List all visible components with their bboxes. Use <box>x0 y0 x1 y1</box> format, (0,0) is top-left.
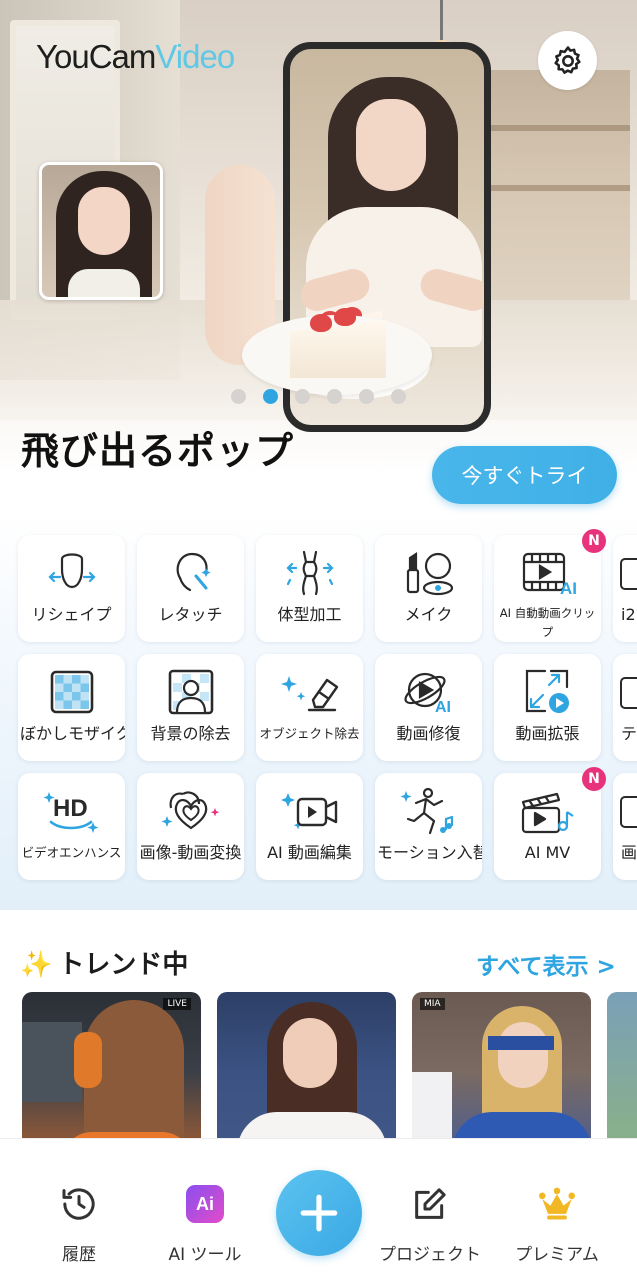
tool-tile[interactable]: AI AI 自動動画クリップ <box>494 535 601 642</box>
tool-label: ビデオエンハンス <box>21 845 122 860</box>
tool-tile[interactable]: i2 <box>613 535 637 642</box>
tool-label: i2 <box>621 605 636 624</box>
tool-label: AI MV <box>524 843 571 862</box>
logo-text-video: Video <box>155 38 235 75</box>
video-expand-icon <box>494 666 601 718</box>
tool-label: 動画拡張 <box>515 724 580 743</box>
carousel-dot[interactable] <box>391 389 406 404</box>
tool-tile[interactable]: レタッチ <box>137 535 244 642</box>
retouch-face-icon <box>137 547 244 599</box>
nav-history[interactable]: 履歴 <box>19 1183 139 1265</box>
tool-label: AI 動画編集 <box>267 843 352 862</box>
tool-tile[interactable]: モーション入替 <box>375 773 482 880</box>
tool-label: 体型加工 <box>277 605 342 624</box>
nav-ai-tools[interactable]: Ai AI ツール <box>145 1183 265 1265</box>
tool-label: AI 自動動画クリップ <box>499 606 596 639</box>
carousel-dot[interactable] <box>359 389 374 404</box>
tool-label: メイク <box>404 605 453 624</box>
ai-video-restore-icon: AI <box>375 666 482 718</box>
settings-button[interactable] <box>538 31 597 90</box>
nav-projects[interactable]: プロジェクト <box>370 1183 490 1265</box>
carousel-dot[interactable] <box>295 389 310 404</box>
tool-label: リシェイプ <box>31 605 112 624</box>
new-badge: N <box>582 529 606 553</box>
tool-tile[interactable]: 画像-動画変換 <box>137 773 244 880</box>
new-badge: N <box>582 767 606 791</box>
crown-icon <box>539 1187 575 1220</box>
tool-tile[interactable]: HD ビデオエンハンス <box>18 773 125 880</box>
hero-headline: 飛び出るポップ <box>21 429 295 473</box>
carousel-dot[interactable] <box>263 389 278 404</box>
app-screen: YouCamVideo 飛び出るポップ 今すぐトライ リシェイプ レタッチ 体型加工… <box>0 0 637 1280</box>
nav-label: プレミアム <box>515 1245 599 1265</box>
show-all-link[interactable]: すべて表示 > <box>476 947 616 981</box>
makeup-icon <box>375 547 482 599</box>
mosaic-icon <box>18 666 125 718</box>
tool-tile[interactable]: AI MV <box>494 773 601 880</box>
gear-icon <box>553 45 581 74</box>
edit-icon <box>415 1188 446 1219</box>
tools-grid: リシェイプ レタッチ 体型加工 メイク AI AI 自動動画クリップ Ni2 ぼかしモザイク 背… <box>0 515 637 910</box>
ai-mv-icon <box>494 785 601 837</box>
svg-text:HD: HD <box>53 795 88 822</box>
tool-tile[interactable]: リシェイプ <box>18 535 125 642</box>
partial-tool-icon <box>613 666 637 718</box>
history-icon <box>62 1188 95 1220</box>
tool-tile[interactable]: 体型加工 <box>256 535 363 642</box>
popped-cake <box>290 300 386 378</box>
tool-tile[interactable]: 背景の除去 <box>137 654 244 761</box>
nav-label: AI ツール <box>168 1245 242 1265</box>
body-shape-icon <box>256 547 363 599</box>
tool-tile[interactable]: テキ <box>613 654 637 761</box>
carousel-dot[interactable] <box>231 389 246 404</box>
carousel-dot[interactable] <box>327 389 342 404</box>
object-eraser-icon <box>256 666 363 718</box>
face-reshape-icon <box>18 547 125 599</box>
card-tag: LIVE <box>163 998 191 1010</box>
partial-tool-icon <box>613 785 637 837</box>
tool-label: モーション入替 <box>377 843 482 862</box>
hd-enhance-icon: HD <box>18 785 125 837</box>
trending-title-text: トレンド中 <box>58 950 189 980</box>
nav-premium[interactable]: プレミアム <box>497 1183 617 1265</box>
tool-label: 画像-動画変換 <box>139 843 242 862</box>
partial-tool-icon <box>613 547 637 599</box>
tool-label: 背景の除去 <box>150 724 231 743</box>
card-tag: MIA <box>420 998 445 1010</box>
ai-video-clip-icon: AI <box>494 547 601 599</box>
tool-tile[interactable]: 動画拡張 <box>494 654 601 761</box>
nav-label: プロジェクト <box>379 1245 481 1265</box>
tool-label: オブジェクト除去 <box>259 726 360 741</box>
tool-tile[interactable]: AI 動画編集 <box>256 773 363 880</box>
plus-icon <box>300 1194 338 1232</box>
background-remove-icon <box>137 666 244 718</box>
app-logo: YouCamVideo <box>36 38 235 76</box>
ai-tools-icon: Ai <box>186 1185 224 1223</box>
nav-label: 履歴 <box>62 1245 96 1265</box>
tool-tile[interactable]: ぼかしモザイク <box>18 654 125 761</box>
trending-title: ✨ トレンド中 <box>20 944 188 981</box>
try-now-button[interactable]: 今すぐトライ <box>432 446 617 504</box>
tool-label: レタッチ <box>158 605 223 624</box>
tool-tile[interactable]: AI 動画修復 <box>375 654 482 761</box>
tool-label: 画 <box>621 843 637 862</box>
tool-tile[interactable]: 画 <box>613 773 637 880</box>
tool-label: ぼかしモザイク <box>20 724 125 743</box>
create-button[interactable] <box>276 1170 362 1256</box>
carousel-indicator <box>231 389 406 404</box>
svg-text:AI: AI <box>435 699 451 716</box>
image-to-video-icon <box>137 785 244 837</box>
tool-label: 動画修復 <box>396 724 461 743</box>
tool-tile[interactable]: メイク <box>375 535 482 642</box>
tool-label: テキ <box>621 724 637 743</box>
tool-tile[interactable]: オブジェクト除去 <box>256 654 363 761</box>
source-thumbnail <box>39 162 163 300</box>
motion-swap-icon <box>375 785 482 837</box>
ai-video-edit-icon <box>256 785 363 837</box>
logo-text-youcam: YouCam <box>36 38 156 75</box>
sparkle-icon: ✨ <box>20 950 53 980</box>
svg-text:AI: AI <box>560 579 576 598</box>
